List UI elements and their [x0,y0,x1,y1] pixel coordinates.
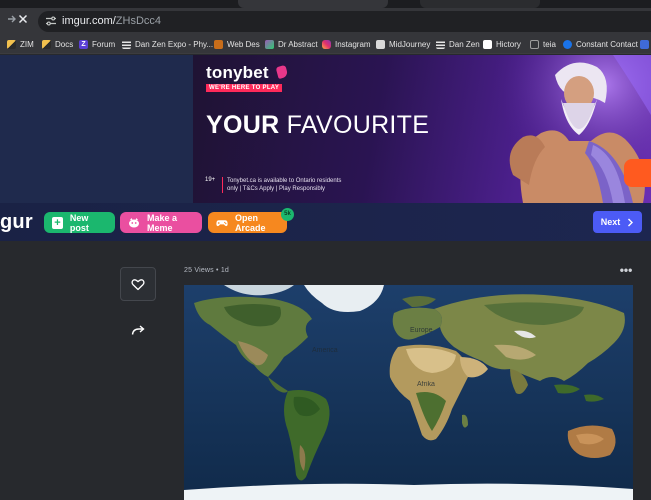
ad-fine-print-line-2: only | T&Cs Apply | Play Responsibly [227,186,326,192]
constant-contact-icon [563,39,572,49]
meme-icon [128,217,140,229]
open-arcade-button[interactable]: Open Arcade [208,212,287,233]
bookmark-label: Forum [92,39,116,49]
instagram-icon [322,39,331,49]
ad-banner[interactable]: tonybet WE'RE HERE TO PLAY YOUR FAVOURIT… [193,55,651,203]
map-label-africa: Afrika [417,381,435,388]
chevron-right-icon [628,218,634,226]
bookmark-dan-zen[interactable]: Dan Zen [436,37,480,51]
page-icon [483,39,492,49]
bookmark-label: Constant Contact [576,39,638,49]
imgur-logo[interactable]: gur [0,211,33,234]
zim-icon [7,39,16,49]
brand-mark-icon [275,64,289,80]
bookmark-zim[interactable]: ZIM [7,37,34,51]
plus-icon: + [52,216,63,229]
share-button[interactable] [128,320,148,340]
ad-age-rating: 19+ [205,177,216,183]
ad-headline: YOUR FAVOURITE [206,111,429,140]
ad-fine-print: Tonybet.ca is available to Ontario resid… [222,177,341,193]
make-meme-button[interactable]: Make a Meme [120,212,202,233]
bookmark-label: Hictory [496,39,521,49]
ad-headline-rest: FAVOURITE [279,111,430,139]
tab-strip [0,0,651,8]
next-label: Next [600,217,621,227]
browser-tab-active[interactable] [238,0,388,8]
bookmarks-bar: ZIM Docs Z Forum Dan Zen Expo - Phy... We… [0,34,651,54]
post-image-world-map[interactable]: America Europe Afrika [184,285,633,500]
bookmark-label: Instagram [335,39,371,49]
midjourney-icon [376,39,385,49]
bookmark-label: ZIM [20,39,34,49]
bookmark-label: Docs [55,39,74,49]
favorite-button[interactable] [120,267,156,301]
map-label-europe: Europe [410,327,433,334]
page-icon [122,39,131,49]
open-arcade-label: Open Arcade [235,212,266,233]
share-arrow-icon [131,325,145,335]
make-meme-label: Make a Meme [147,212,178,233]
browser-tab[interactable] [420,0,540,8]
close-icon[interactable] [14,12,32,30]
next-button[interactable]: Next [593,211,642,233]
world-map-image [184,285,633,500]
drabstract-icon [265,39,274,49]
more-options-icon[interactable]: ••• [617,264,635,276]
page-icon [436,39,445,49]
ad-brand-logo: tonybet [206,63,269,82]
bookmark-constant-contact[interactable]: Constant Contact [563,37,638,51]
imgur-top-bar: gur + New post Make a Meme Open Arcade [0,203,651,241]
bookmark-extra[interactable] [640,37,649,51]
ad-headline-bold: YOUR [206,111,280,139]
gamepad-icon [216,217,228,229]
url-omnibox[interactable]: imgur.com/ZHsDcc4 [38,11,651,32]
webdes-icon [214,39,223,49]
url-path: ZHsDcc4 [115,15,162,27]
ad-cta-button[interactable] [624,159,651,187]
bookmark-label: Dr Abstract [278,39,318,49]
address-bar-row: imgur.com/ZHsDcc4 [0,8,651,34]
bookmark-dan-zen-expo[interactable]: Dan Zen Expo - Phy... [122,37,213,51]
bookmark-instagram[interactable]: Instagram [322,37,371,51]
bookmark-label: MidJourney [389,39,431,49]
new-post-button[interactable]: + New post [44,212,115,233]
teia-icon [530,39,539,49]
site-settings-icon[interactable] [44,14,58,28]
bookmark-label: Web Des [227,39,260,49]
post-meta: 25 Views • 1d [184,267,229,274]
url-text[interactable]: imgur.com/ZHsDcc4 [62,14,161,29]
bookmark-label: teia [543,39,556,49]
bookmark-web-des[interactable]: Web Des [214,37,260,51]
bookmark-hictory[interactable]: Hictory [483,37,521,51]
docs-icon [42,39,51,49]
arcade-badge: 5k [281,208,294,221]
heart-icon [131,278,145,290]
bookmark-forum[interactable]: Z Forum [79,37,115,51]
bookmark-dr-abstract[interactable]: Dr Abstract [265,37,318,51]
bookmark-label: Dan Zen Expo - Phy... [135,39,214,49]
extra-bookmark-icon [640,39,649,49]
url-host: imgur.com/ [62,15,116,27]
new-post-label: New post [69,212,89,233]
bookmark-midjourney[interactable]: MidJourney [376,37,430,51]
map-label-america: America [312,347,338,354]
bookmark-docs[interactable]: Docs [42,37,73,51]
view-count: 25 Views [184,267,214,274]
forum-icon: Z [79,39,88,49]
post-age: 1d [220,267,230,274]
bookmark-teia[interactable]: teia [530,37,556,51]
bookmark-label: Dan Zen [449,39,480,49]
ad-fine-print-line-1: Tonybet.ca is available to Ontario resid… [227,178,342,184]
ad-slogan: WE'RE HERE TO PLAY [206,84,283,92]
